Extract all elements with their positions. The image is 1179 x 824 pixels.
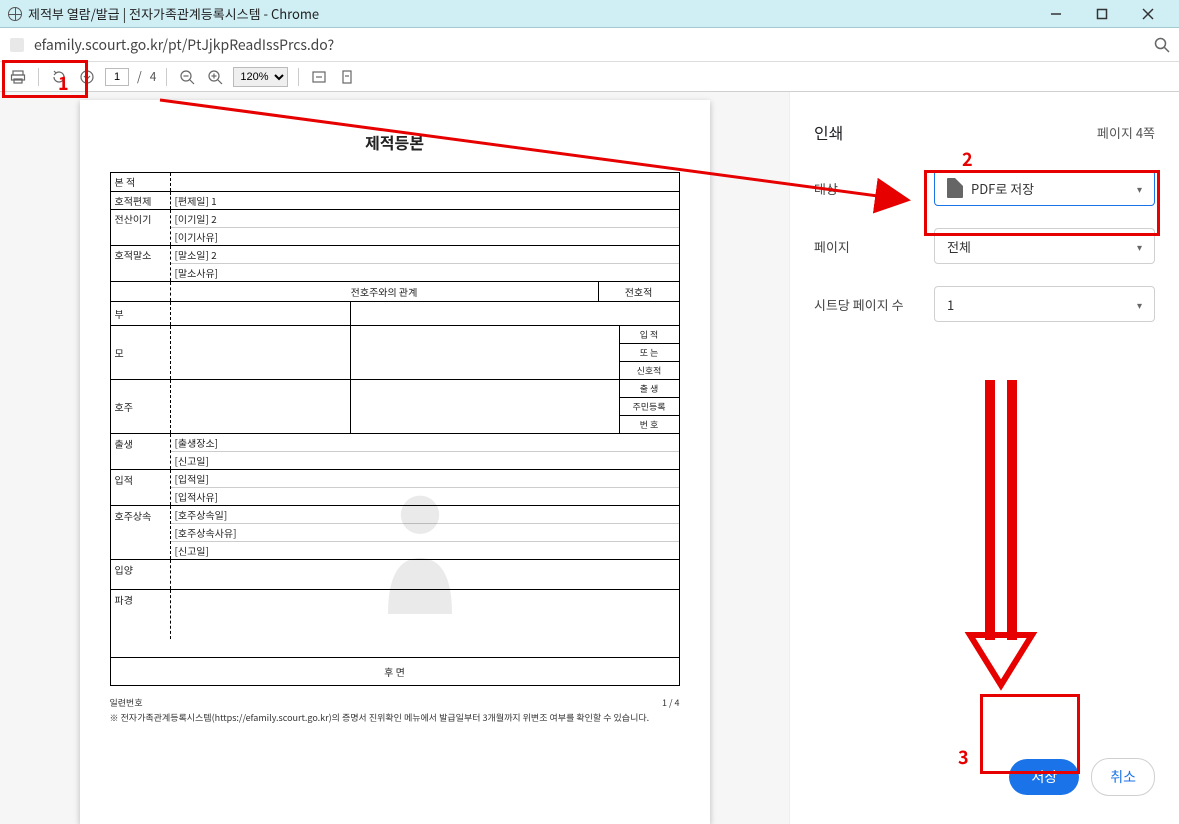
print-panel: 인쇄 페이지 4쪽 대상 PDF로 저장 ▾ 페이지 전체 ▾ 시트당 페이지 … [789,92,1179,824]
field-item: [말소일] 2 [171,246,679,263]
field-label: 본 적 [111,173,171,191]
rel-label: 모 [111,326,171,379]
print-panel-title: 인쇄 [814,120,843,144]
rel-right-label: 주민등록 [620,398,679,416]
zoom-in-icon[interactable] [205,67,225,87]
field-value [171,173,679,191]
window-minimize-button[interactable] [1033,0,1079,28]
cancel-button[interactable]: 취소 [1091,758,1155,796]
sheets-per-page-select[interactable]: 1 ▾ [934,286,1155,322]
pdf-toolbar: / 4 120% [0,62,1179,92]
destination-value: PDF로 저장 [971,179,1034,198]
rel-label: 호주 [111,380,171,433]
page-number-input[interactable] [105,68,129,86]
dropdown-chevron-icon[interactable] [77,67,97,87]
event-label: 입양 [111,560,171,589]
event-item: [신고일] [171,451,679,469]
search-icon[interactable] [1153,36,1171,54]
globe-icon [8,7,22,21]
save-button[interactable]: 저장 [1009,759,1079,795]
event-label: 호주상속 [111,506,171,559]
event-label: 출생 [111,434,171,469]
rel-label: 부 [111,302,171,325]
pages-select[interactable]: 전체 ▾ [934,228,1155,264]
footer-left: 일련번호 [110,696,143,709]
rel-right-label: 입 적 [620,326,679,344]
window-titlebar: 제적부 열람/발급 | 전자가족관계등록시스템 - Chrome [0,0,1179,28]
page-total: 4 [150,68,157,85]
relation-heading: 전호주와의 관계 [171,282,599,301]
document-title: 제적등본 [110,130,680,154]
sheets-per-page-label: 시트당 페이지 수 [814,295,934,314]
rotate-icon[interactable] [49,67,69,87]
destination-select[interactable]: PDF로 저장 ▾ [934,170,1155,206]
field-item: [이기사유] [171,227,679,245]
field-label: 호적말소 [111,246,171,281]
chevron-down-icon: ▾ [1137,297,1142,312]
chevron-down-icon: ▾ [1137,181,1142,196]
site-settings-icon[interactable] [8,36,26,54]
field-label: 호적편제 [111,192,171,209]
preview-page: 제적등본 본 적 호적편제 [편제일] 1 전산이기 [이기일] 2 [이 [80,100,710,824]
relation-sidebox: 전호적 [599,282,679,301]
field-item: [말소사유] [171,263,679,281]
pdf-file-icon [947,178,963,198]
watermark-icon [340,470,500,630]
zoom-out-icon[interactable] [177,67,197,87]
rel-right-label: 출 생 [620,380,679,398]
print-preview-area: 제적등본 본 적 호적편제 [편제일] 1 전산이기 [이기일] 2 [이 [0,92,789,824]
pages-value: 전체 [947,237,971,256]
fit-page-icon[interactable] [337,67,357,87]
rel-right-label: 신호적 [620,362,679,379]
sheets-per-page-value: 1 [947,295,954,314]
field-label: 전산이기 [111,210,171,245]
window-maximize-button[interactable] [1079,0,1125,28]
window-title: 제적부 열람/발급 | 전자가족관계등록시스템 - Chrome [28,4,319,23]
pages-label: 페이지 [814,237,934,256]
url-text[interactable]: efamily.scourt.go.kr/pt/PtJjkpReadIssPrc… [34,35,1153,55]
field-item: [이기일] 2 [171,210,679,227]
page-sep: / [137,68,142,85]
field-item: [편제일] 1 [171,192,679,209]
destination-label: 대상 [814,179,934,198]
window-close-button[interactable] [1125,0,1171,28]
footnote-text: ※ 전자가족관계등록시스템(https://efamily.scourt.go.… [110,711,680,724]
rel-right-label: 또 는 [620,344,679,362]
event-label: 파경 [111,590,171,639]
event-item: [출생장소] [171,434,679,451]
print-icon[interactable] [8,67,28,87]
page-footer-center: 후 면 [111,658,679,685]
zoom-select[interactable]: 120% [233,67,288,87]
fit-width-icon[interactable] [309,67,329,87]
event-label: 입적 [111,470,171,505]
rel-right-label: 번 호 [620,416,679,433]
print-page-count: 페이지 4쪽 [1097,123,1155,142]
address-bar: efamily.scourt.go.kr/pt/PtJjkpReadIssPrc… [0,28,1179,62]
footer-page: 1 / 4 [662,696,680,709]
chevron-down-icon: ▾ [1137,239,1142,254]
